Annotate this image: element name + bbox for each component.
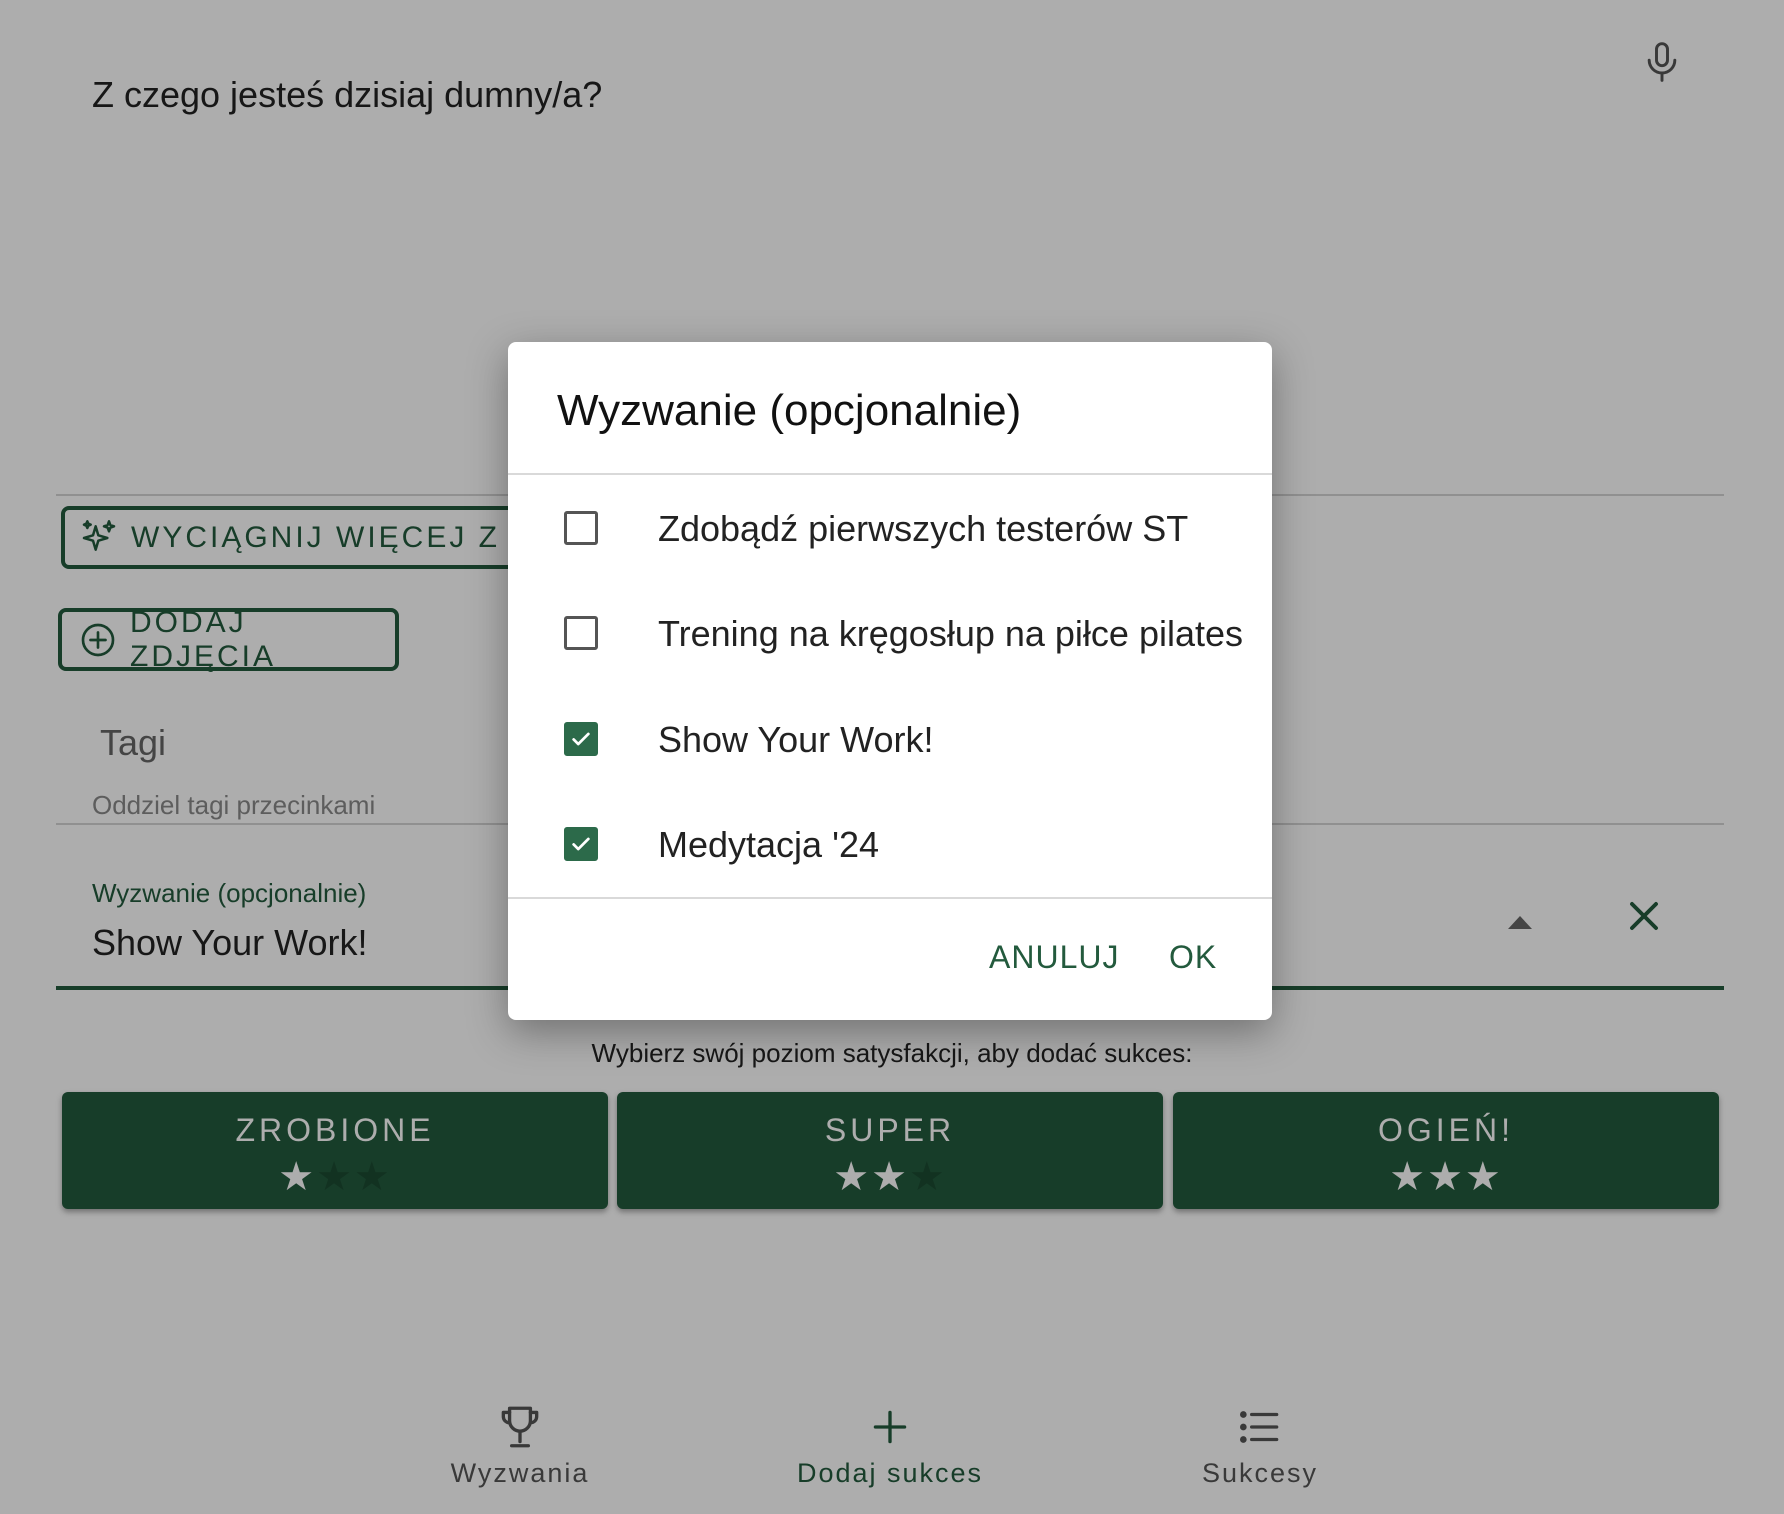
check-icon	[572, 732, 590, 746]
challenge-option-label: Show Your Work!	[658, 719, 934, 760]
divider	[508, 473, 1272, 475]
checkbox[interactable]	[564, 616, 598, 650]
check-icon	[572, 837, 590, 851]
checkbox[interactable]	[564, 511, 598, 545]
challenge-dialog: Wyzwanie (opcjonalnie) Zdobądź pierwszyc…	[508, 342, 1272, 1020]
challenge-option[interactable]: Trening na kręgosłup na piłce pilates	[508, 591, 1272, 681]
dialog-title: Wyzwanie (opcjonalnie)	[557, 386, 1022, 435]
challenge-option[interactable]: Show Your Work!	[508, 697, 1272, 787]
challenge-option-label: Trening na kręgosłup na piłce pilates	[658, 613, 1244, 654]
divider	[508, 897, 1272, 899]
challenge-option[interactable]: Zdobądź pierwszych testerów ST	[508, 486, 1272, 576]
challenge-option-label: Zdobądź pierwszych testerów ST	[658, 508, 1189, 549]
checkbox[interactable]	[564, 722, 598, 756]
cancel-button[interactable]: ANULUJ	[989, 939, 1119, 976]
checkbox[interactable]	[564, 827, 598, 861]
ok-button[interactable]: OK	[1169, 939, 1217, 976]
challenge-option[interactable]: Medytacja '24	[508, 802, 1272, 892]
challenge-option-label: Medytacja '24	[658, 824, 879, 865]
